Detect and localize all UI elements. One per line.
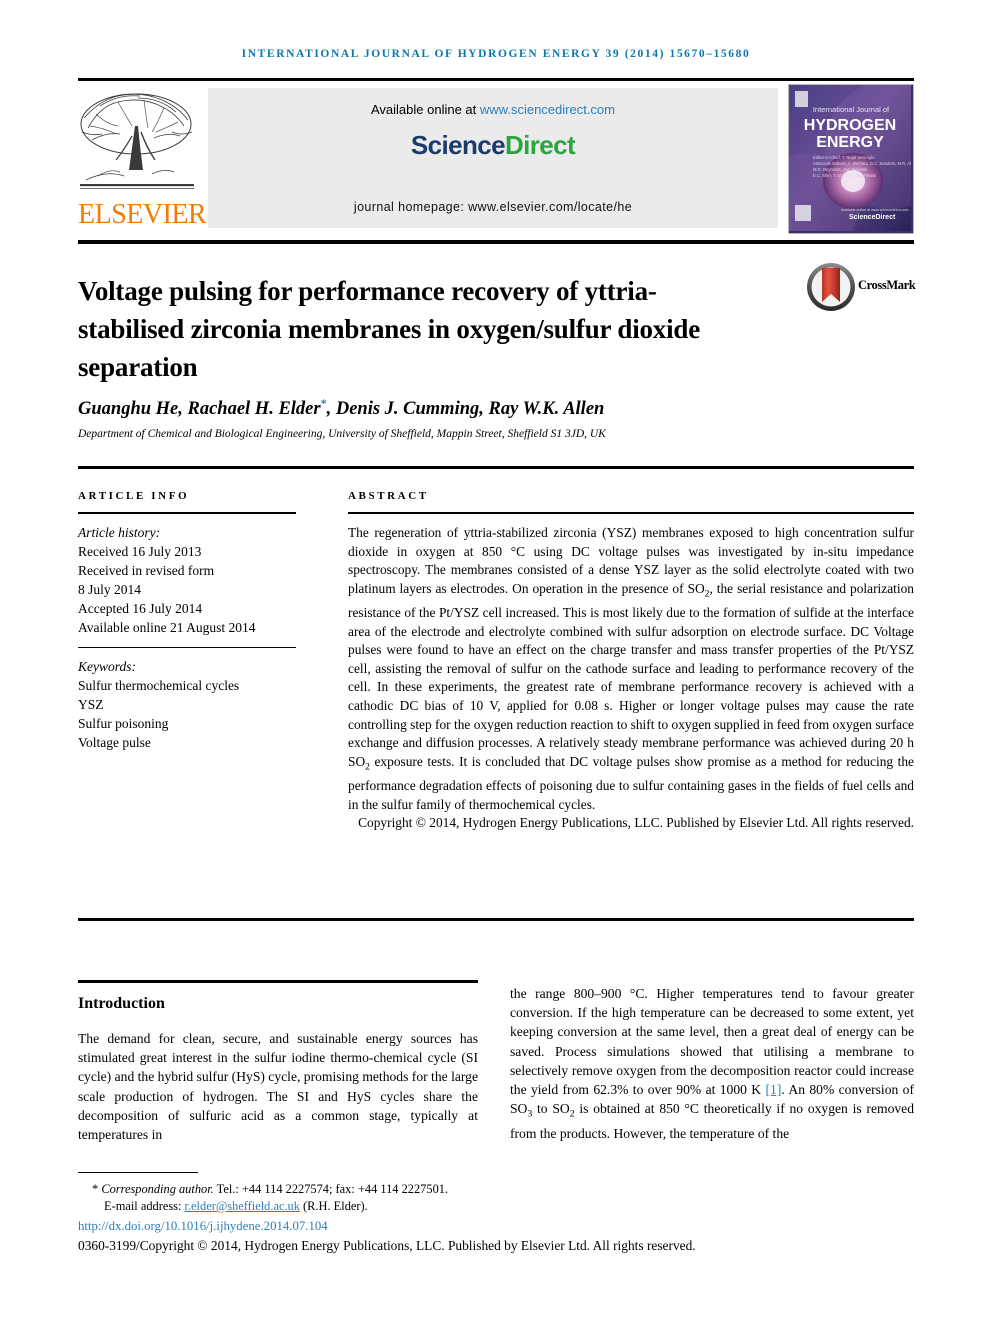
intro-right-part-a: the range 800–900 °C. Higher temperature… [510, 986, 914, 1098]
page-title: Voltage pulsing for performance recovery… [78, 276, 700, 383]
article-history-block: Article history: Received 16 July 2013 R… [78, 523, 296, 637]
abstract-divider [348, 512, 914, 514]
journal-cover-art: International Journal of HYDROGEN ENERGY… [789, 85, 913, 233]
elsevier-wordmark: ELSEVIER [78, 199, 207, 230]
abstract-heading: ABSTRACT [348, 490, 429, 502]
affiliation: Department of Chemical and Biological En… [78, 428, 606, 440]
email-line: E-mail address: r.elder@sheffield.ac.uk … [78, 1198, 914, 1215]
author-names-first: Guanghu He, Rachael H. Elder [78, 399, 321, 420]
introduction-paragraph-right: the range 800–900 °C. Higher temperature… [510, 984, 914, 1143]
info-section-rule [78, 466, 914, 469]
abstract-column: ABSTRACT The regeneration of yttria-stab… [348, 490, 914, 833]
masthead-top-rule [78, 78, 914, 81]
keyword-item: Voltage pulse [78, 735, 151, 750]
article-history-item: Accepted 16 July 2014 [78, 600, 203, 616]
corresponding-author-line: * Corresponding author. Tel.: +44 114 22… [78, 1181, 914, 1198]
abstract-copyright: Copyright © 2014, Hydrogen Energy Public… [358, 815, 914, 831]
available-online-line: Available online at www.sciencedirect.co… [208, 102, 778, 117]
issn-copyright-line: 0360-3199/Copyright © 2014, Hydrogen Ene… [78, 1238, 696, 1253]
crossmark-icon [807, 263, 855, 311]
doi-line[interactable]: http://dx.doi.org/10.1016/j.ijhydene.201… [78, 1219, 914, 1234]
crossmark-label: CrossMark [858, 278, 916, 292]
sciencedirect-panel: Available online at www.sciencedirect.co… [208, 88, 778, 228]
article-history-item: 8 July 2014 [78, 581, 142, 597]
corresponding-author-label: Corresponding author. [101, 1182, 214, 1196]
svg-text:International Journal of: International Journal of [813, 105, 890, 114]
running-head: International Journal of Hydrogen Energy… [241, 48, 751, 60]
svg-text:ScienceDirect: ScienceDirect [849, 214, 896, 221]
sciencedirect-logo-science: Science [410, 130, 506, 160]
sciencedirect-url-link[interactable]: www.sciencedirect.com [480, 102, 615, 117]
email-link[interactable]: r.elder@sheffield.ac.uk [185, 1199, 300, 1213]
svg-text:HYDROGEN: HYDROGEN [804, 117, 896, 134]
title-rule [78, 240, 914, 244]
journal-masthead: ELSEVIER Available online at www.science… [78, 78, 914, 234]
article-info-heading: ARTICLE INFO [78, 490, 190, 502]
keywords-block: Keywords: Sulfur thermochemical cycles Y… [78, 657, 296, 752]
body-column-right: the range 800–900 °C. Higher temperature… [510, 984, 914, 1143]
author-list: Guanghu He, Rachael H. Elder*, Denis J. … [78, 396, 914, 420]
keyword-item: Sulfur poisoning [78, 716, 169, 731]
article-page: International Journal of Hydrogen Energy… [0, 0, 992, 1323]
citation-link-1[interactable]: [1] [766, 1082, 782, 1097]
sciencedirect-logo-direct: Direct [504, 130, 576, 160]
introduction-heading: Introduction [78, 995, 165, 1012]
svg-text:ENERGY: ENERGY [816, 134, 884, 151]
footnote-block: * Corresponding author. Tel.: +44 114 22… [78, 1172, 914, 1254]
keyword-item: YSZ [78, 697, 104, 712]
abstract-end-rule [78, 918, 914, 921]
keywords-divider [78, 646, 296, 648]
svg-text:Editor-in-Chief: T. Nejat Vezi: Editor-in-Chief: T. Nejat Veziroglu [813, 155, 875, 160]
email-owner: (R.H. Elder). [299, 1199, 368, 1213]
article-history-label: Article history: [78, 524, 161, 540]
keywords-label: Keywords: [78, 659, 136, 674]
crossmark-badge[interactable]: CrossMark [806, 262, 922, 314]
svg-text:Available online at www.scienc: Available online at www.sciencedirect.co… [841, 208, 908, 212]
author-names-rest: , Denis J. Cumming, Ray W.K. Allen [326, 399, 605, 420]
journal-homepage-line: journal homepage: www.elsevier.com/locat… [353, 200, 633, 214]
article-history-item: Available online 21 August 2014 [78, 619, 256, 635]
elsevier-logo: ELSEVIER [78, 88, 207, 230]
sciencedirect-logo: ScienceDirect [208, 130, 778, 161]
article-history-item: Received in revised form [78, 562, 215, 578]
doi-link[interactable]: http://dx.doi.org/10.1016/j.ijhydene.201… [78, 1219, 328, 1233]
introduction-rule [78, 980, 478, 983]
elsevier-tree-icon [80, 93, 194, 189]
svg-text:E.C. Shin, T. and D.O. Vural-N: E.C. Shin, T. and D.O. Vural-Naito [813, 173, 877, 178]
body-column-left: Introduction The demand for clean, secur… [78, 980, 478, 1144]
article-info-column: ARTICLE INFO Article history: Received 1… [78, 490, 296, 752]
svg-text:Associate Editors: A. Marfatia: Associate Editors: A. Marfatia, D.C. San… [813, 161, 911, 166]
available-online-prefix: Available online at [370, 102, 480, 117]
article-history-item: Received 16 July 2013 [78, 543, 202, 559]
footnote-rule [78, 1172, 198, 1173]
journal-cover-thumbnail: International Journal of HYDROGEN ENERGY… [788, 84, 914, 234]
corresponding-author-contact: Tel.: +44 114 2227574; fax: +44 114 2227… [213, 1182, 449, 1196]
footnote-star-icon: * [92, 1182, 99, 1196]
svg-text:M.D. Reynolds, J.M. Bielinski: M.D. Reynolds, J.M. Bielinski [813, 167, 867, 172]
keyword-item: Sulfur thermochemical cycles [78, 678, 240, 693]
email-address-label: E-mail address: [104, 1199, 185, 1213]
article-info-divider [78, 512, 296, 514]
abstract-text: The regeneration of yttria-stabilized zi… [348, 525, 914, 812]
introduction-paragraph-left: The demand for clean, secure, and sustai… [78, 1031, 478, 1143]
